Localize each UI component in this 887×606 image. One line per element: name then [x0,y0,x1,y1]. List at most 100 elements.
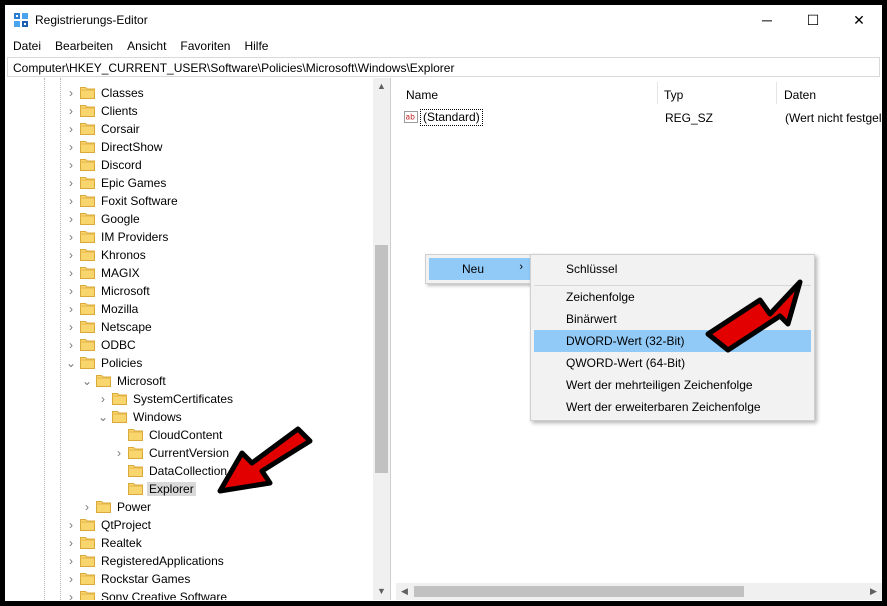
tree-node-label: Realtek [101,536,142,550]
window-title: Registrierungs-Editor [35,13,148,27]
menu-bearbeiten[interactable]: Bearbeiten [47,36,119,56]
scroll-down-icon[interactable]: ▼ [373,583,390,600]
address-bar[interactable]: Computer\HKEY_CURRENT_USER\Software\Poli… [7,57,880,77]
scroll-left-icon[interactable]: ◀ [396,583,413,600]
folder-icon [80,104,95,117]
chevron-right-icon[interactable] [113,480,125,498]
folder-icon [80,356,95,369]
title-bar: Registrierungs-Editor ─ ☐ ✕ [5,5,882,35]
folder-icon [80,230,95,243]
chevron-down-icon[interactable]: ⌄ [81,372,93,390]
chevron-right-icon[interactable]: › [65,264,77,282]
folder-icon [80,140,95,153]
tree-node-odbc[interactable]: › ODBC [7,336,367,354]
folder-icon [80,590,95,600]
chevron-right-icon[interactable] [113,462,125,480]
tree-node-magix[interactable]: › MAGIX [7,264,367,282]
tree-node-khronos[interactable]: › Khronos [7,246,367,264]
tree-node-rockstar-games[interactable]: › Rockstar Games [7,570,367,588]
chevron-right-icon[interactable]: › [65,102,77,120]
tree-node-discord[interactable]: › Discord [7,156,367,174]
tree-node-microsoft[interactable]: › Microsoft [7,282,367,300]
chevron-right-icon[interactable]: › [65,336,77,354]
tree-node-label: ODBC [101,338,136,352]
chevron-right-icon[interactable]: › [97,390,109,408]
menu-ansicht[interactable]: Ansicht [119,36,172,56]
folder-icon [80,266,95,279]
tree-node-microsoft[interactable]: ⌄ Microsoft [7,372,367,390]
folder-icon [80,320,95,333]
values-scroll-thumb[interactable] [414,586,744,597]
tree-node-label: Foxit Software [101,194,178,208]
tree-node-sony-creative-software[interactable]: › Sony Creative Software [7,588,367,600]
value-name-standard[interactable]: (Standard) [420,109,483,126]
menu-favoriten[interactable]: Favoriten [172,36,236,56]
key-tree-pane: › Classes › Clients › Corsair › DirectShow › Disc… [7,78,391,600]
chevron-right-icon[interactable]: › [65,516,77,534]
values-horizontal-scrollbar[interactable]: ◀ ▶ [396,583,882,600]
tree-node-label: Classes [101,86,144,100]
chevron-right-icon[interactable]: › [65,534,77,552]
tree-node-registeredapplications[interactable]: › RegisteredApplications [7,552,367,570]
value-data: (Wert nicht festgelegt) [785,111,882,125]
tree-node-realtek[interactable]: › Realtek [7,534,367,552]
tree-node-label: IM Providers [101,230,169,244]
menu-datei[interactable]: Datei [5,36,47,56]
chevron-right-icon[interactable]: › [113,444,125,462]
chevron-right-icon[interactable]: › [65,552,77,570]
tree-node-netscape[interactable]: › Netscape [7,318,367,336]
chevron-right-icon[interactable]: › [65,138,77,156]
folder-icon [80,554,95,567]
tree-node-classes[interactable]: › Classes [7,84,367,102]
tree-node-label: Rockstar Games [101,572,191,586]
tree-scrollbar[interactable]: ▲ ▼ [373,78,390,600]
chevron-right-icon[interactable]: › [65,570,77,588]
tree-scroll-thumb[interactable] [375,245,388,473]
context-menu-neu[interactable]: Neu › [429,258,531,280]
svg-text:ab: ab [406,113,416,122]
folder-icon [80,518,95,531]
tree-node-im-providers[interactable]: › IM Providers [7,228,367,246]
minimize-button[interactable]: ─ [744,5,790,35]
column-header-name[interactable]: Name [406,88,438,102]
tree-node-policies[interactable]: ⌄ Policies [7,354,367,372]
chevron-right-icon[interactable] [113,426,125,444]
chevron-right-icon[interactable]: › [65,318,77,336]
chevron-down-icon[interactable]: ⌄ [97,408,109,426]
tree-node-google[interactable]: › Google [7,210,367,228]
chevron-right-icon[interactable]: › [65,192,77,210]
column-header-data[interactable]: Daten [784,88,816,102]
tree-node-qtproject[interactable]: › QtProject [7,516,367,534]
chevron-down-icon[interactable]: ⌄ [65,354,77,372]
column-header-type[interactable]: Typ [664,88,683,102]
chevron-right-icon[interactable]: › [65,246,77,264]
chevron-right-icon[interactable]: › [65,156,77,174]
tree-node-label: Clients [101,104,138,118]
tree-node-corsair[interactable]: › Corsair [7,120,367,138]
submenu-item-multi-string[interactable]: Wert der mehrteiligen Zeichenfolge [534,374,811,396]
chevron-right-icon[interactable]: › [65,300,77,318]
close-button[interactable]: ✕ [836,5,882,35]
tree-node-windows[interactable]: ⌄ Windows [7,408,367,426]
chevron-right-icon[interactable]: › [81,498,93,516]
scroll-right-icon[interactable]: ▶ [865,583,882,600]
chevron-right-icon[interactable]: › [65,228,77,246]
folder-icon [112,392,127,405]
scroll-up-icon[interactable]: ▲ [373,78,390,95]
tree-node-epic-games[interactable]: › Epic Games [7,174,367,192]
tree-node-directshow[interactable]: › DirectShow [7,138,367,156]
chevron-right-icon[interactable]: › [65,120,77,138]
chevron-right-icon[interactable]: › [65,84,77,102]
tree-node-label: Epic Games [101,176,167,190]
menu-hilfe[interactable]: Hilfe [236,36,274,56]
chevron-right-icon[interactable]: › [65,588,77,600]
tree-node-foxit-software[interactable]: › Foxit Software [7,192,367,210]
tree-node-clients[interactable]: › Clients [7,102,367,120]
tree-node-systemcertificates[interactable]: › SystemCertificates [7,390,367,408]
chevron-right-icon[interactable]: › [65,174,77,192]
tree-node-mozilla[interactable]: › Mozilla [7,300,367,318]
maximize-button[interactable]: ☐ [790,5,836,35]
submenu-item-expandable-string[interactable]: Wert der erweiterbaren Zeichenfolge [534,396,811,418]
chevron-right-icon[interactable]: › [65,210,77,228]
chevron-right-icon[interactable]: › [65,282,77,300]
